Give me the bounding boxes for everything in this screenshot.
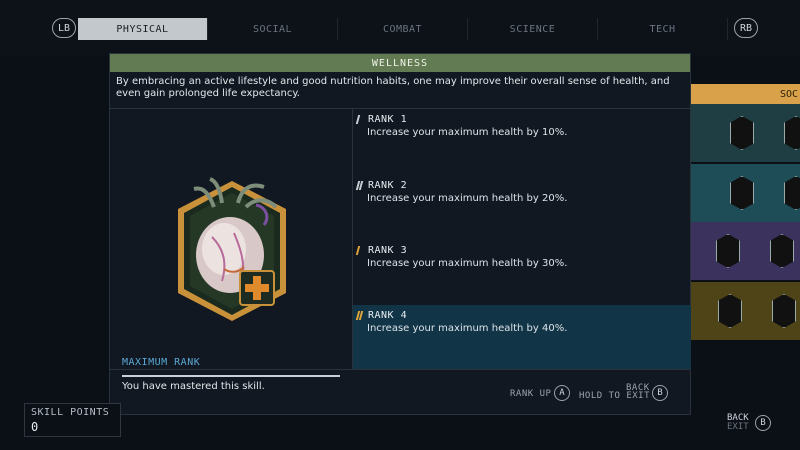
lb-button[interactable]: LB (52, 18, 76, 38)
max-rank-title: MAXIMUM RANK (122, 357, 201, 368)
rank-title: RANK 4 (368, 310, 408, 321)
skill-points-box: SKILL POINTS 0 (24, 403, 121, 437)
wellness-heart-icon (178, 177, 286, 321)
back-button[interactable]: B (652, 385, 668, 401)
rank-title: RANK 2 (368, 180, 408, 191)
rank-title: RANK 1 (368, 114, 408, 125)
tab-physical[interactable]: PHYSICAL (78, 18, 208, 40)
skill-points-label: SKILL POINTS (31, 407, 110, 418)
rb-button[interactable]: RB (734, 18, 758, 38)
rank-row-1[interactable]: RANK 1 Increase your maximum health by 1… (353, 109, 691, 173)
rank-row-2[interactable]: RANK 2 Increase your maximum health by 2… (353, 175, 691, 239)
skill-art-pane: MAXIMUM RANK You have mastered this skil… (110, 109, 352, 392)
rank-title: RANK 3 (368, 245, 408, 256)
tab-tech[interactable]: TECH (598, 18, 728, 40)
rank-description: Increase your maximum health by 40%. (367, 323, 568, 334)
skill-badge-icon (770, 234, 794, 268)
background-category-header: SOC (688, 84, 800, 104)
rank-row-3[interactable]: RANK 3 Increase your maximum health by 3… (353, 240, 691, 304)
max-rank-text: You have mastered this skill. (122, 381, 265, 392)
rank-row-4[interactable]: RANK 4 Increase your maximum health by 4… (353, 305, 691, 369)
skill-badge-icon (730, 116, 754, 150)
background-skill-row[interactable] (688, 164, 800, 222)
background-skill-row[interactable] (688, 282, 800, 340)
category-tabs: PHYSICAL SOCIAL COMBAT SCIENCE TECH (78, 18, 730, 40)
skill-description: By embracing an active lifestyle and goo… (116, 76, 670, 99)
divider (110, 369, 690, 370)
rank-description: Increase your maximum health by 30%. (367, 258, 568, 269)
outer-back-label: BACK EXIT (727, 414, 749, 432)
rank-description: Increase your maximum health by 20%. (367, 193, 568, 204)
background-skill-row[interactable] (688, 104, 800, 162)
skill-badge-icon (772, 294, 796, 328)
skill-badge-icon (730, 176, 754, 210)
category-nav: LB PHYSICAL SOCIAL COMBAT SCIENCE TECH R… (0, 0, 800, 56)
skill-points-value: 0 (31, 420, 39, 434)
tab-combat[interactable]: COMBAT (338, 18, 468, 40)
skill-badge-icon (784, 176, 800, 210)
outer-exit-text: EXIT (727, 422, 749, 432)
rank-list: RANK 1 Increase your maximum health by 1… (353, 109, 691, 369)
outer-back-button[interactable]: B (755, 415, 771, 431)
rank-pips (355, 181, 364, 190)
rank-up-button[interactable]: A (554, 385, 570, 401)
skill-badge-icon (716, 234, 740, 268)
skill-badge-icon (784, 116, 800, 150)
hold-to-exit-label: HOLD TO EXIT (579, 391, 651, 401)
skill-badge-icon (718, 294, 742, 328)
rank-pips (355, 115, 361, 124)
skill-detail-modal: WELLNESS By embracing an active lifestyl… (109, 53, 691, 415)
background-skill-row[interactable] (688, 222, 800, 280)
rank-pips (355, 246, 361, 255)
tab-science[interactable]: SCIENCE (468, 18, 598, 40)
rank-pips (355, 311, 364, 320)
rank-description: Increase your maximum health by 10%. (367, 127, 568, 138)
rank-up-label: RANK UP (510, 389, 552, 399)
tab-social[interactable]: SOCIAL (208, 18, 338, 40)
max-rank-bar (122, 375, 340, 377)
skill-title: WELLNESS (110, 54, 690, 72)
